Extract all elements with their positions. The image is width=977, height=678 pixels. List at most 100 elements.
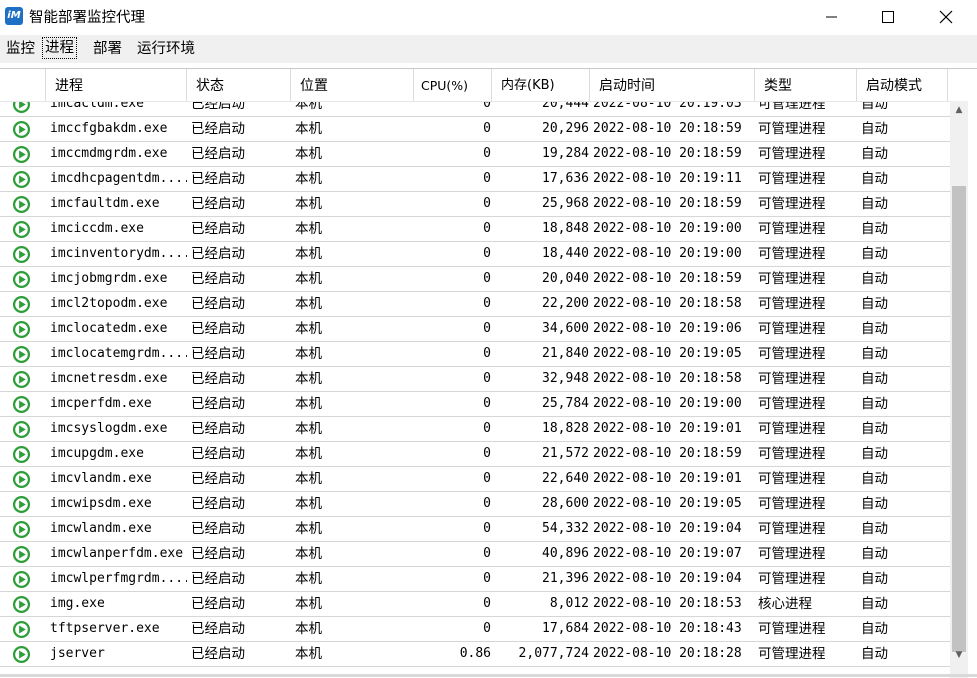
cell-memory: 17,636 — [542, 171, 589, 186]
maximize-icon — [882, 10, 894, 23]
cell-cpu: 0 — [483, 596, 491, 611]
cell-start-time: 2022-08-10 20:19:05 — [593, 346, 742, 361]
cell-type: 可管理进程 — [758, 171, 826, 187]
cell-cpu: 0 — [483, 371, 491, 386]
cell-location: 本机 — [295, 221, 322, 237]
cell-memory: 2,077,724 — [518, 646, 589, 661]
tab-process[interactable]: 进程 — [42, 37, 77, 59]
table-row[interactable]: imclocatemgrdm.... 已经启动 本机 0 21,840 2022-08-1… — [0, 342, 950, 367]
cell-start-time: 2022-08-10 20:19:01 — [593, 471, 742, 486]
cell-type: 可管理进程 — [758, 521, 826, 537]
vertical-scrollbar[interactable]: ▲ ▼ — [950, 101, 968, 678]
header-memory[interactable]: 内存(KB) — [492, 69, 590, 101]
cell-status: 已经启动 — [191, 102, 245, 112]
table-row[interactable]: imciccdm.exe 已经启动 本机 0 18,848 2022-08-10 20:1… — [0, 217, 950, 242]
cell-memory: 8,012 — [549, 596, 589, 611]
table-row[interactable]: imcwlperfmgrdm.... 已经启动 本机 0 21,396 2022-08-1… — [0, 567, 950, 592]
table-row[interactable]: imcacldm.exe 已经启动 本机 0 20,444 2022-08-10 20:1… — [0, 102, 950, 117]
running-status-icon — [12, 545, 31, 564]
cell-status: 已经启动 — [191, 196, 245, 212]
cell-status: 已经启动 — [191, 246, 245, 262]
running-status-icon — [12, 120, 31, 139]
cell-cpu: 0 — [483, 221, 491, 236]
header-start-mode[interactable]: 启动模式 — [857, 69, 948, 101]
cell-type: 可管理进程 — [758, 546, 826, 562]
table-row[interactable]: imcdhcpagentdm.... 已经启动 本机 0 17,636 2022-08-1… — [0, 167, 950, 192]
table-row[interactable]: imcwlandm.exe 已经启动 本机 0 54,332 2022-08-10 20:… — [0, 517, 950, 542]
header-type[interactable]: 类型 — [755, 69, 857, 101]
table-row[interactable]: imccmdmgrdm.exe 已经启动 本机 0 19,284 2022-08-10 2… — [0, 142, 950, 167]
cell-memory: 28,600 — [542, 496, 589, 511]
header-location[interactable]: 位置 — [291, 69, 414, 101]
running-status-icon — [12, 220, 31, 239]
table-row[interactable]: imcnetresdm.exe 已经启动 本机 0 32,948 2022-08-10 2… — [0, 367, 950, 392]
table-row[interactable]: imcinventorydm.... 已经启动 本机 0 18,440 2022-08-1… — [0, 242, 950, 267]
table-row[interactable]: imcperfdm.exe 已经启动 本机 0 25,784 2022-08-10 20:… — [0, 392, 950, 417]
cell-status: 已经启动 — [191, 446, 245, 462]
table-row[interactable]: jserver 已经启动 本机 0.86 2,077,724 2022-08-10 20:… — [0, 642, 950, 667]
cell-start-time: 2022-08-10 20:18:58 — [593, 296, 742, 311]
cell-process-name: imcacldm.exe — [50, 102, 144, 111]
header-process[interactable]: 进程 — [46, 69, 187, 101]
cell-location: 本机 — [295, 321, 322, 337]
cell-cpu: 0 — [483, 521, 491, 536]
header-icon-column[interactable] — [0, 69, 46, 101]
scroll-down-icon[interactable]: ▼ — [950, 646, 968, 664]
close-button[interactable] — [917, 0, 975, 33]
maximize-button[interactable] — [859, 0, 917, 33]
cell-location: 本机 — [295, 246, 322, 262]
cell-location: 本机 — [295, 446, 322, 462]
cell-start-mode: 自动 — [861, 621, 888, 637]
cell-location: 本机 — [295, 371, 322, 387]
cell-start-time: 2022-08-10 20:19:03 — [593, 102, 742, 111]
running-status-icon — [12, 570, 31, 589]
cell-start-mode: 自动 — [861, 271, 888, 287]
cell-type: 可管理进程 — [758, 471, 826, 487]
table-row[interactable]: imcwipsdm.exe 已经启动 本机 0 28,600 2022-08-10 20:… — [0, 492, 950, 517]
table-row[interactable]: imclocatedm.exe 已经启动 本机 0 34,600 2022-08-10 2… — [0, 317, 950, 342]
tab-deploy[interactable]: 部署 — [91, 39, 124, 59]
table-row[interactable]: imcl2topodm.exe 已经启动 本机 0 22,200 2022-08-10 2… — [0, 292, 950, 317]
cell-cpu: 0.86 — [459, 646, 491, 661]
cell-memory: 20,296 — [542, 121, 589, 136]
cell-start-time: 2022-08-10 20:19:05 — [593, 496, 742, 511]
cell-location: 本机 — [295, 521, 322, 537]
cell-start-mode: 自动 — [861, 596, 888, 612]
cell-process-name: imciccdm.exe — [50, 221, 144, 236]
cell-status: 已经启动 — [191, 171, 245, 187]
table-row[interactable]: imcjobmgrdm.exe 已经启动 本机 0 20,040 2022-08-10 2… — [0, 267, 950, 292]
table-row[interactable]: imcvlandm.exe 已经启动 本机 0 22,640 2022-08-10 20:… — [0, 467, 950, 492]
cell-cpu: 0 — [483, 446, 491, 461]
cell-status: 已经启动 — [191, 296, 245, 312]
table-row[interactable]: imcwlanperfdm.exe 已经启动 本机 0 40,896 2022-08-10… — [0, 542, 950, 567]
header-cpu[interactable]: CPU(%) — [414, 69, 492, 101]
table-row[interactable]: imcsyslogdm.exe 已经启动 本机 0 18,828 2022-08-10 2… — [0, 417, 950, 442]
cell-location: 本机 — [295, 121, 322, 137]
cell-start-time: 2022-08-10 20:18:59 — [593, 446, 742, 461]
cell-cpu: 0 — [483, 296, 491, 311]
table-row[interactable]: imcupgdm.exe 已经启动 本机 0 21,572 2022-08-10 20:1… — [0, 442, 950, 467]
cell-start-mode: 自动 — [861, 646, 888, 662]
cell-start-time: 2022-08-10 20:19:00 — [593, 396, 742, 411]
table-header: 进程 状态 位置 CPU(%) 内存(KB) 启动时间 类型 启动模式 — [0, 69, 950, 102]
table-row[interactable]: img.exe 已经启动 本机 0 8,012 2022-08-10 20:18:53 核心… — [0, 592, 950, 617]
minimize-button[interactable] — [803, 0, 861, 33]
cell-start-time: 2022-08-10 20:18:59 — [593, 146, 742, 161]
scroll-up-icon[interactable]: ▲ — [950, 101, 968, 119]
table-row[interactable]: imccfgbakdm.exe 已经启动 本机 0 20,296 2022-08-10 2… — [0, 117, 950, 142]
cell-cpu: 0 — [483, 146, 491, 161]
table-row[interactable]: imcfaultdm.exe 已经启动 本机 0 25,968 2022-08-10 20… — [0, 192, 950, 217]
cell-memory: 21,572 — [542, 446, 589, 461]
header-status[interactable]: 状态 — [187, 69, 291, 101]
cell-location: 本机 — [295, 196, 322, 212]
cell-process-name: imclocatedm.exe — [50, 321, 168, 336]
scrollbar-thumb[interactable] — [952, 186, 966, 652]
header-start-time[interactable]: 启动时间 — [590, 69, 755, 101]
cell-cpu: 0 — [483, 271, 491, 286]
table-row[interactable]: tftpserver.exe 已经启动 本机 0 17,684 2022-08-10 20… — [0, 617, 950, 642]
tab-runtime-env[interactable]: 运行环境 — [135, 39, 197, 59]
cell-process-name: imccfgbakdm.exe — [50, 121, 168, 136]
tab-monitor[interactable]: 监控 — [4, 39, 37, 59]
cell-start-time: 2022-08-10 20:18:58 — [593, 371, 742, 386]
cell-memory: 20,040 — [542, 271, 589, 286]
